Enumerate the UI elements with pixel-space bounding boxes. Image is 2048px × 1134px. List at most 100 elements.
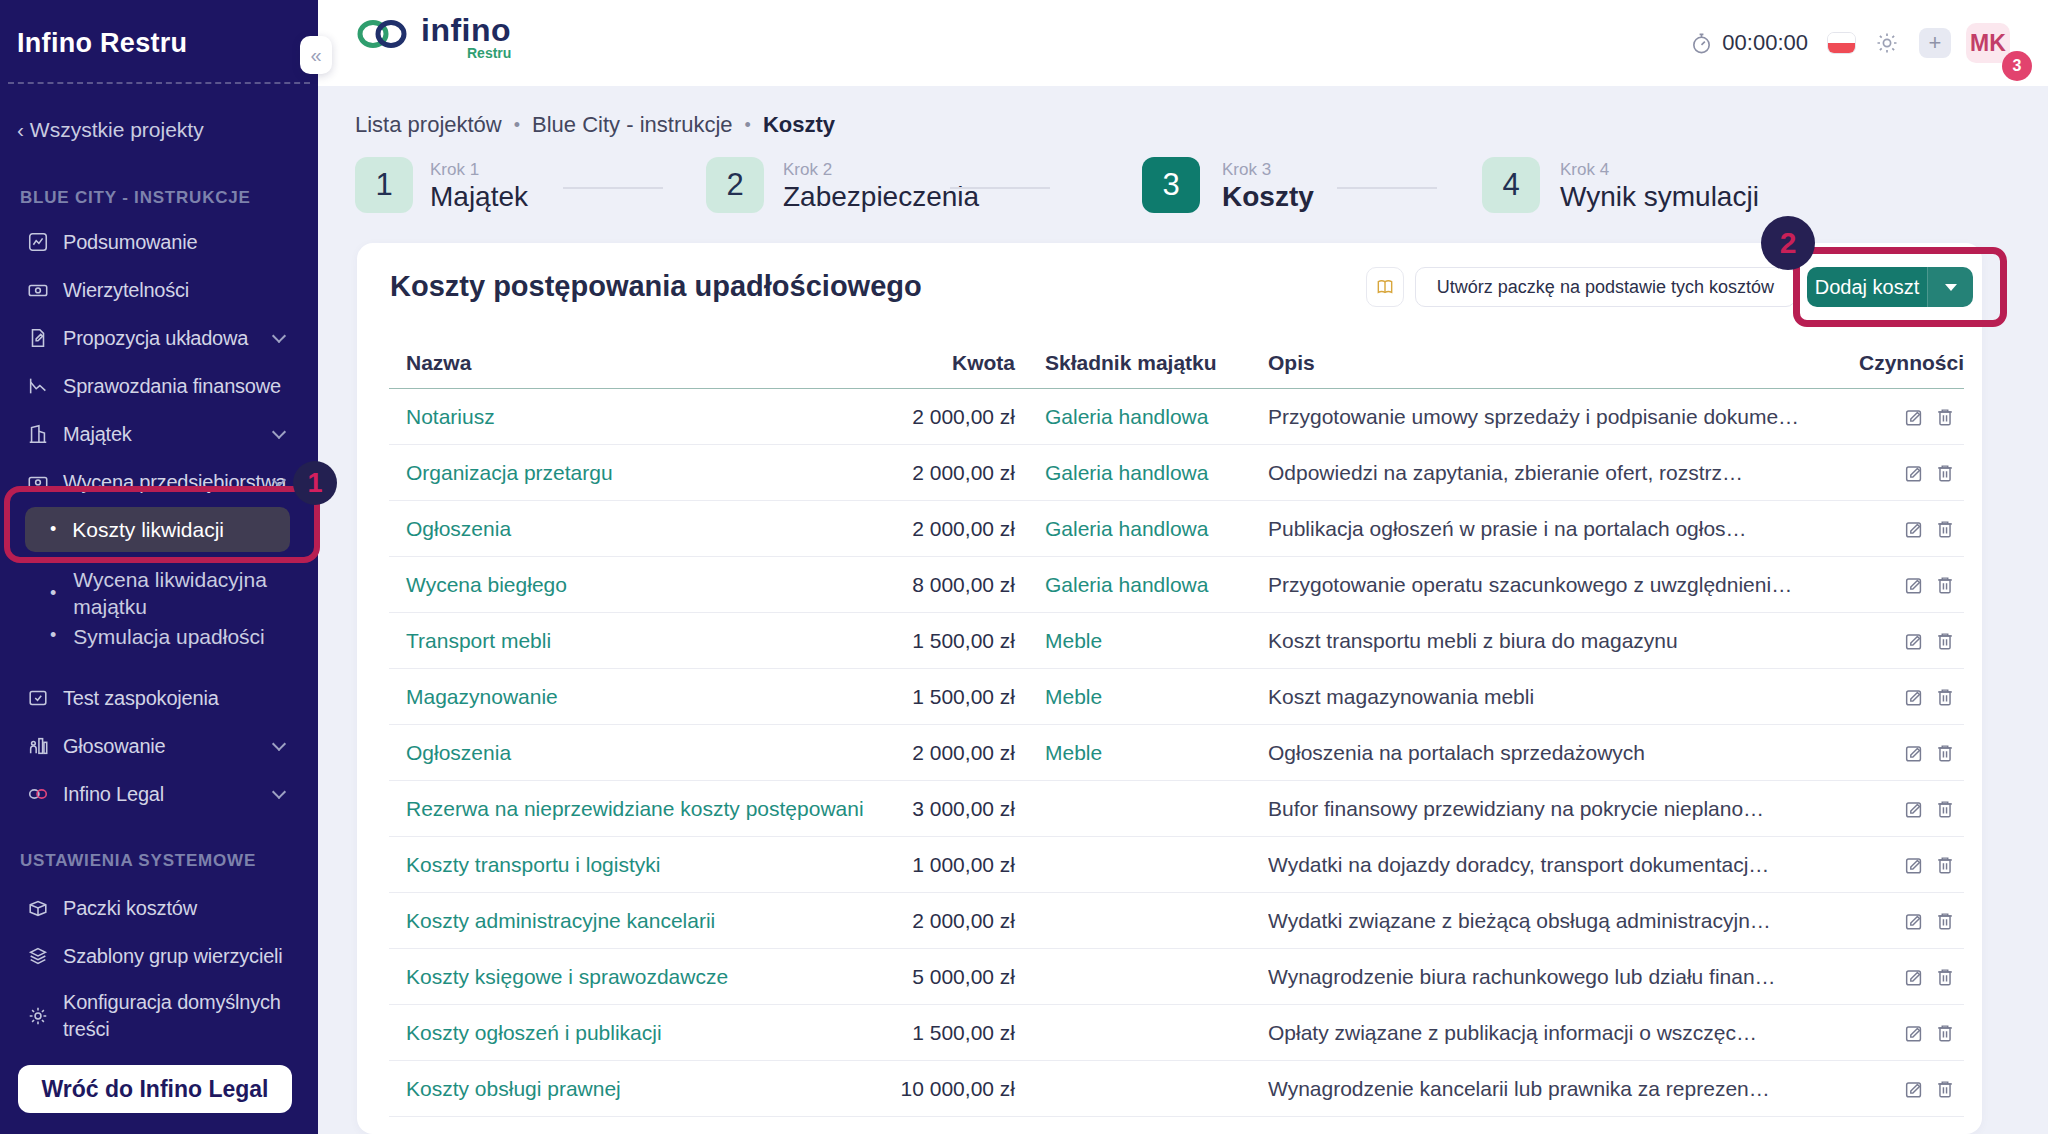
delete-icon[interactable] [1934, 574, 1956, 596]
delete-icon[interactable] [1934, 742, 1956, 764]
column-header-czynnosci: Czynności [1839, 351, 1964, 375]
cost-name-link[interactable]: Ogłoszenia [389, 517, 883, 541]
cost-amount: 2 000,00 zł [883, 405, 1015, 429]
edit-icon[interactable] [1903, 798, 1925, 820]
step-3-label: Krok 3 [1222, 160, 1271, 180]
step-1-number[interactable]: 1 [355, 157, 413, 213]
layers-icon [26, 944, 50, 968]
step-3-number[interactable]: 3 [1142, 157, 1200, 213]
add-cost-dropdown[interactable] [1927, 267, 1973, 307]
back-to-projects-link[interactable]: ‹ Wszystkie projekty [17, 118, 204, 142]
sidebar-item-infino-legal[interactable]: Infino Legal [0, 770, 318, 818]
asset-link[interactable]: Meble [1015, 741, 1268, 765]
cost-name-link[interactable]: Magazynowanie [389, 685, 883, 709]
edit-icon[interactable] [1903, 630, 1925, 652]
sidebar-collapse-button[interactable]: « [300, 36, 332, 74]
step-4-title[interactable]: Wynik symulacji [1560, 181, 1759, 213]
step-3-title[interactable]: Koszty [1222, 181, 1314, 213]
cost-description: Wynagrodzenie biura rachunkowego lub dzi… [1268, 965, 1839, 989]
sidebar-item-test-zaspokojenia[interactable]: Test zaspokojenia [0, 674, 318, 722]
edit-icon[interactable] [1903, 1022, 1925, 1044]
edit-icon[interactable] [1903, 518, 1925, 540]
delete-icon[interactable] [1934, 518, 1956, 540]
cost-name-link[interactable]: Organizacja przetargu [389, 461, 883, 485]
add-button[interactable]: + [1919, 28, 1951, 58]
cost-name-link[interactable]: Koszty ogłoszeń i publikacji [389, 1021, 883, 1045]
step-2-title[interactable]: Zabezpieczenia [783, 181, 979, 213]
cost-name-link[interactable]: Koszty transportu i logistyki [389, 853, 883, 877]
cost-name-link[interactable]: Rezerwa na nieprzewidziane koszty postęp… [389, 797, 883, 821]
cost-name-link[interactable]: Koszty obsługi prawnej [389, 1077, 883, 1101]
cost-name-link[interactable]: Koszty administracyjne kancelarii [389, 909, 883, 933]
asset-link[interactable]: Meble [1015, 685, 1268, 709]
sidebar-item-label: Głosowanie [63, 735, 166, 758]
theme-toggle-icon[interactable] [1875, 31, 1899, 55]
sidebar-item-szablony[interactable]: Szablony grup wierzycieli [0, 932, 318, 980]
edit-icon[interactable] [1903, 406, 1925, 428]
breadcrumb-item[interactable]: Lista projektów [355, 112, 502, 138]
table-row: Ogłoszenia 2 000,00 zł Meble Ogłoszenia … [389, 725, 1964, 781]
step-4-number[interactable]: 4 [1482, 157, 1540, 213]
sidebar-item-wierzytelnosci[interactable]: Wierzytelności [0, 266, 318, 314]
book-icon-button[interactable] [1366, 267, 1404, 307]
edit-icon[interactable] [1903, 462, 1925, 484]
sidebar-item-label: Wycena likwidacyjna majątku [73, 566, 290, 620]
cost-name-link[interactable]: Transport mebli [389, 629, 883, 653]
back-to-infino-legal-button[interactable]: Wróć do Infino Legal [18, 1065, 292, 1113]
delete-icon[interactable] [1934, 406, 1956, 428]
language-flag-poland[interactable] [1827, 32, 1856, 54]
delete-icon[interactable] [1934, 966, 1956, 988]
edit-icon[interactable] [1903, 742, 1925, 764]
infinity-icon [26, 782, 50, 806]
sidebar-item-propozycja-ukladowa[interactable]: Propozycja układowa [0, 314, 318, 362]
sidebar-subitem-wycena-likwidacyjna[interactable]: • Wycena likwidacyjna majątku [50, 566, 290, 620]
cost-description: Koszt transportu mebli z biura do magazy… [1268, 629, 1839, 653]
cost-amount: 2 000,00 zł [883, 461, 1015, 485]
delete-icon[interactable] [1934, 1078, 1956, 1100]
add-cost-button[interactable]: Dodaj koszt [1807, 267, 1973, 307]
sidebar-item-label: Podsumowanie [63, 231, 197, 254]
cost-name-link[interactable]: Ogłoszenia [389, 741, 883, 765]
delete-icon[interactable] [1934, 462, 1956, 484]
cost-name-link[interactable]: Wycena biegłego [389, 573, 883, 597]
cost-description: Wydatki na dojazdy doradcy, transport do… [1268, 853, 1839, 877]
card-title: Koszty postępowania upadłościowego [390, 270, 922, 303]
sidebar-item-sprawozdania[interactable]: Sprawozdania finansowe [0, 362, 318, 410]
edit-icon[interactable] [1903, 854, 1925, 876]
chevron-down-icon [272, 785, 286, 799]
sidebar-item-podsumowanie[interactable]: Podsumowanie [0, 218, 318, 266]
sidebar-item-majatek[interactable]: Majątek [0, 410, 318, 458]
sidebar-subitem-symulacja-upadlosci[interactable]: • Symulacja upadłości [50, 625, 265, 649]
delete-icon[interactable] [1934, 1022, 1956, 1044]
edit-icon[interactable] [1903, 910, 1925, 932]
asset-link[interactable]: Galeria handlowa [1015, 573, 1268, 597]
asset-link[interactable]: Galeria handlowa [1015, 405, 1268, 429]
delete-icon[interactable] [1934, 910, 1956, 932]
asset-link[interactable]: Galeria handlowa [1015, 517, 1268, 541]
delete-icon[interactable] [1934, 798, 1956, 820]
table-row: Organizacja przetargu 2 000,00 zł Galeri… [389, 445, 1964, 501]
edit-icon[interactable] [1903, 966, 1925, 988]
cost-name-link[interactable]: Koszty księgowe i sprawozdawcze [389, 965, 883, 989]
sidebar-item-glosowanie[interactable]: Głosowanie [0, 722, 318, 770]
sidebar-item-label: Infino Legal [63, 783, 164, 806]
edit-icon[interactable] [1903, 686, 1925, 708]
cost-name-link[interactable]: Notariusz [389, 405, 883, 429]
delete-icon[interactable] [1934, 630, 1956, 652]
cost-amount: 2 000,00 zł [883, 909, 1015, 933]
sidebar-item-paczki-kosztow[interactable]: Paczki kosztów [0, 884, 318, 932]
step-1-title[interactable]: Majątek [430, 181, 528, 213]
cost-amount: 1 500,00 zł [883, 629, 1015, 653]
sidebar-item-konfiguracja[interactable]: Konfiguracja domyślnych treści [0, 980, 318, 1052]
sidebar-item-label: Konfiguracja domyślnych treści [63, 989, 288, 1043]
asset-link[interactable]: Meble [1015, 629, 1268, 653]
edit-icon[interactable] [1903, 574, 1925, 596]
asset-link[interactable]: Galeria handlowa [1015, 461, 1268, 485]
delete-icon[interactable] [1934, 854, 1956, 876]
app: Infino Restru ‹ Wszystkie projekty BLUE … [0, 0, 2048, 1134]
step-2-number[interactable]: 2 [706, 157, 764, 213]
delete-icon[interactable] [1934, 686, 1956, 708]
create-package-button[interactable]: Utwórz paczkę na podstawie tych kosztów [1415, 267, 1796, 307]
breadcrumb-item[interactable]: Blue City - instrukcje [532, 112, 733, 138]
edit-icon[interactable] [1903, 1078, 1925, 1100]
